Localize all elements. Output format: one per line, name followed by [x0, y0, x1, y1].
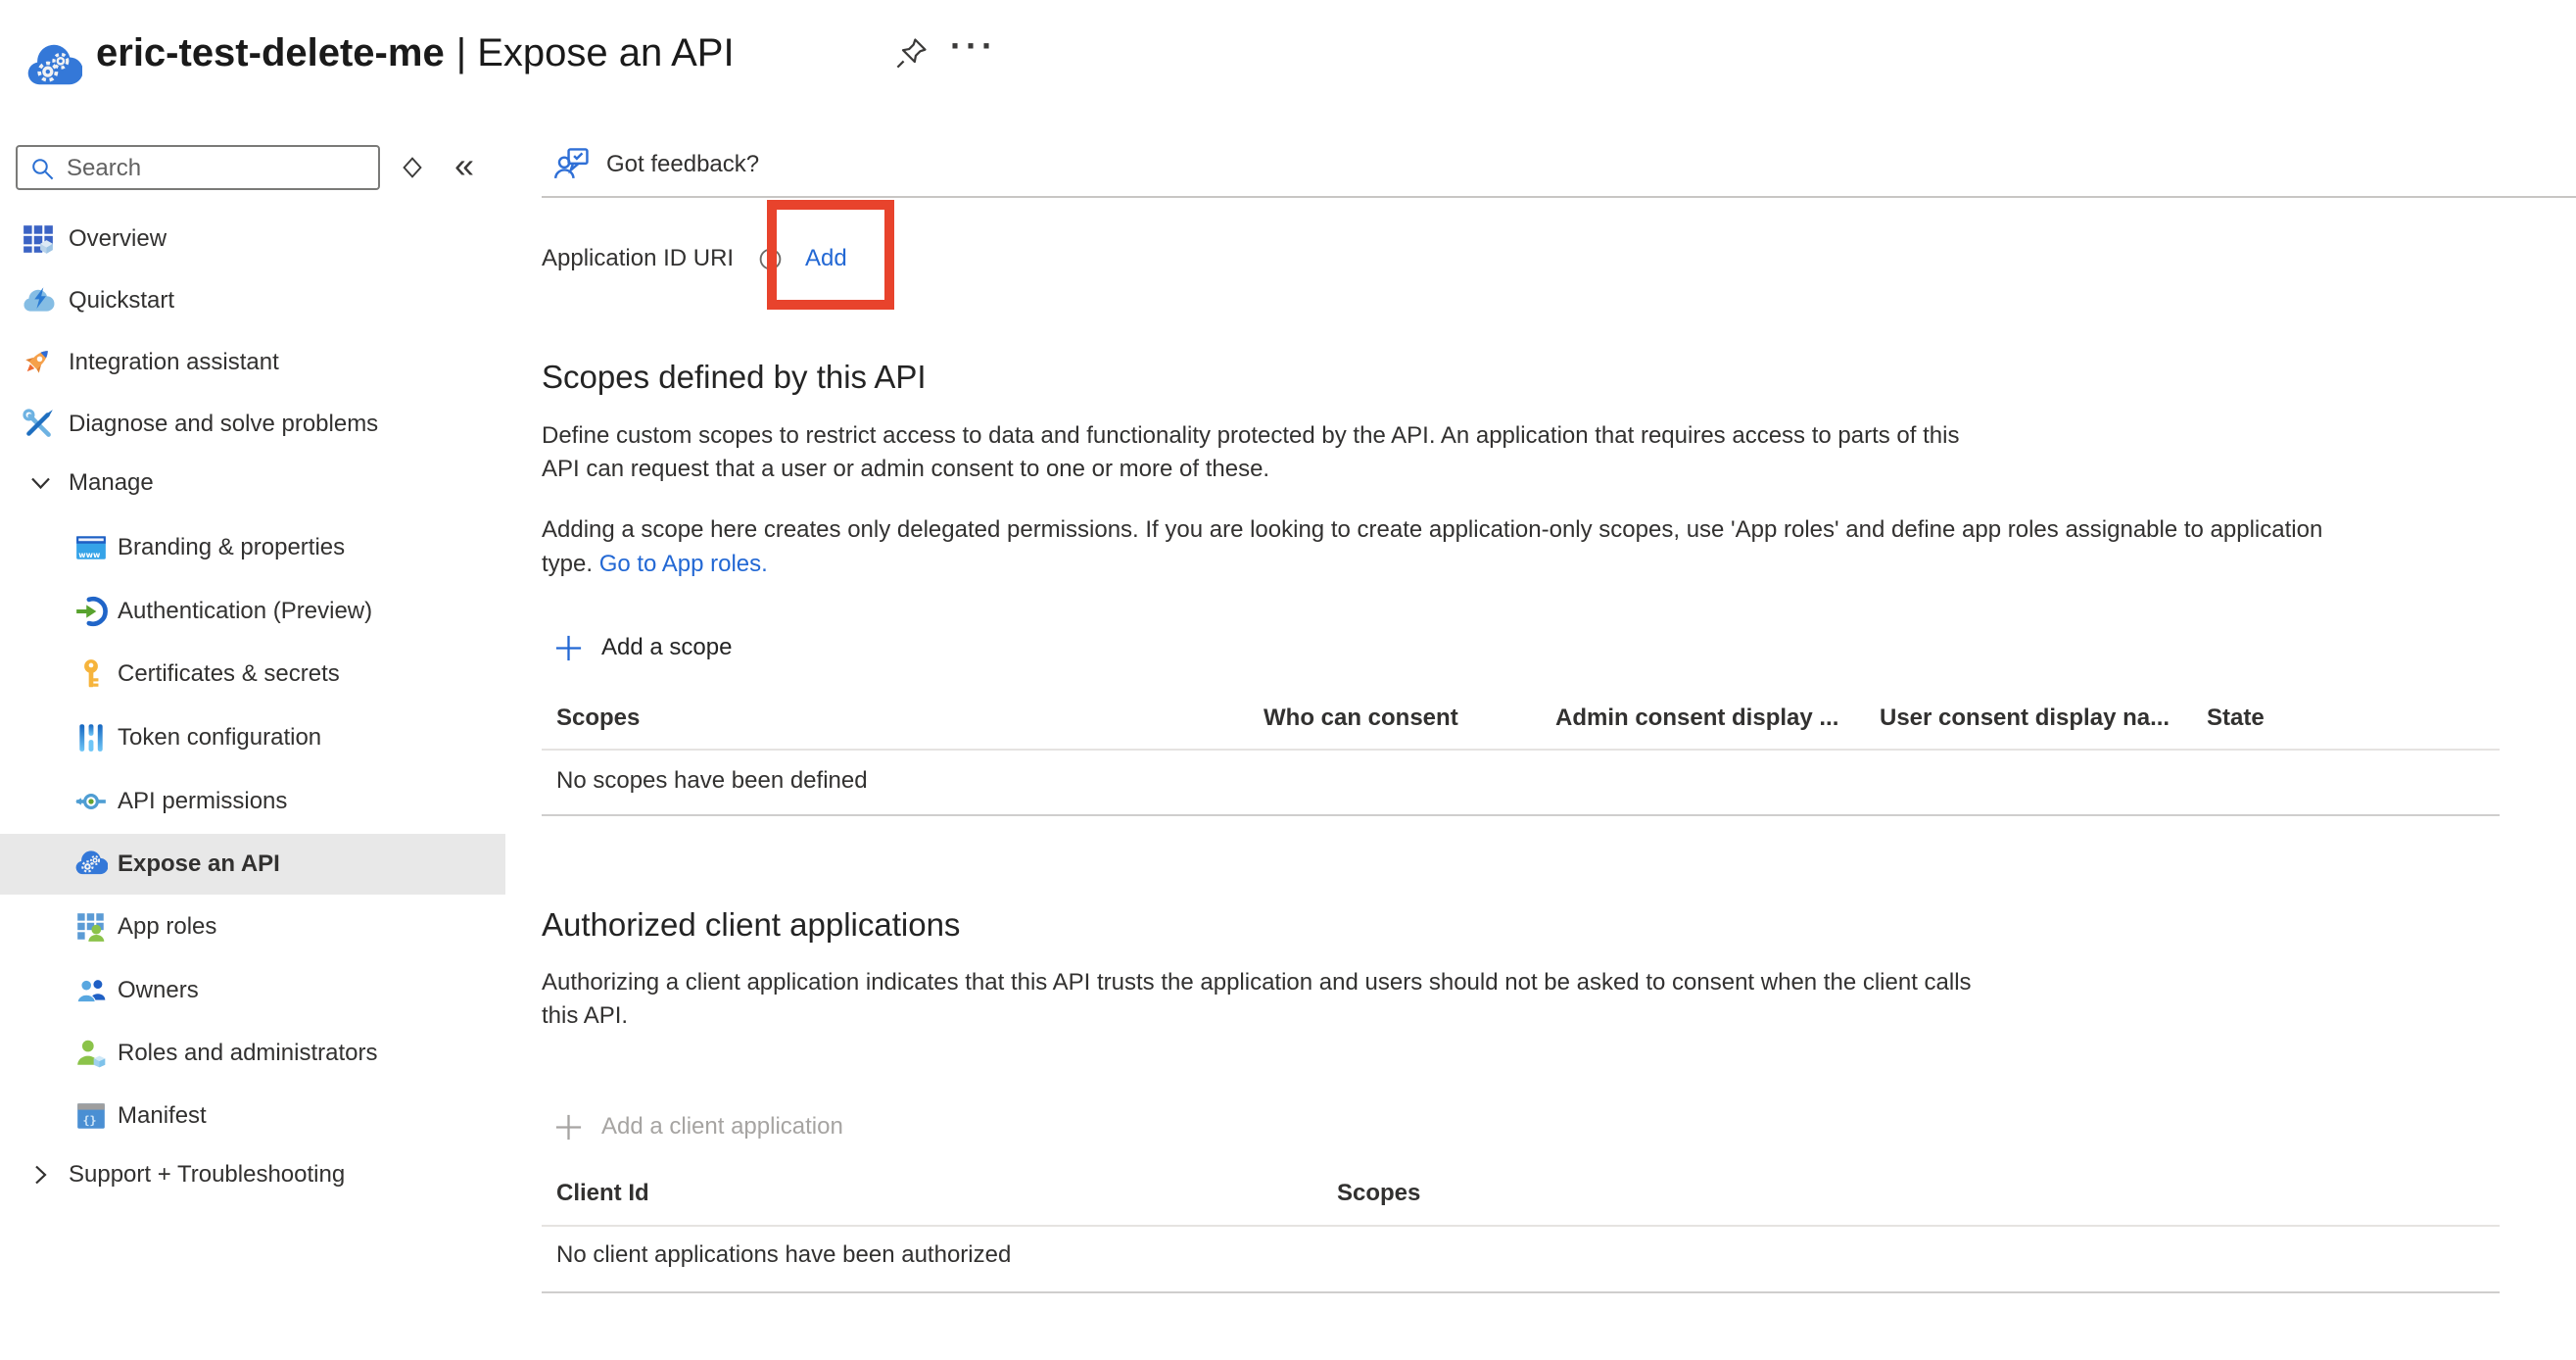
scopes-note-prefix: type.: [542, 551, 593, 577]
overview-grid-icon: [22, 222, 55, 256]
add-a-scope-button[interactable]: Add a scope: [553, 629, 732, 666]
sidebar-item-certificates-secrets[interactable]: Certificates & secrets: [0, 644, 505, 704]
cloud-lightning-icon: [22, 284, 55, 317]
application-id-uri-label: Application ID URI: [542, 245, 734, 272]
scopes-section-title: Scopes defined by this API: [542, 359, 927, 396]
scopes-table-header-divider: [542, 749, 2500, 751]
expose-an-api-page: eric-test-delete-me | Expose an API ··· «…: [0, 0, 2576, 1360]
sidebar-item-integration-assistant[interactable]: Integration assistant: [0, 332, 505, 393]
state-col-header: State: [2207, 704, 2265, 732]
person-feedback-icon: [553, 145, 593, 184]
sidebar-item-branding-properties[interactable]: www Branding & properties: [0, 517, 505, 578]
scopes-description: Define custom scopes to restrict access …: [542, 419, 1959, 486]
person-cube-icon: [74, 1037, 108, 1070]
page-subtitle: | Expose an API: [456, 31, 735, 74]
more-options-button[interactable]: ···: [950, 25, 997, 67]
two-people-icon: [74, 974, 108, 1007]
chevron-down-icon: [27, 470, 54, 497]
rocket-icon: [22, 346, 55, 379]
scopes-col-header: Scopes: [556, 704, 640, 732]
sidebar-item-diagnose[interactable]: Diagnose and solve problems: [0, 394, 505, 455]
collapse-menu-icon[interactable]: «: [454, 145, 474, 186]
command-bar-divider: [542, 196, 2576, 198]
grid-person-icon: [74, 910, 108, 944]
scopes-note-line2: type. Go to App roles.: [542, 551, 768, 578]
scopes-table-bottom-divider: [542, 814, 2500, 816]
sidebar-item-expose-an-api[interactable]: Expose an API: [0, 834, 505, 895]
search-icon: [29, 156, 56, 182]
sidebar-item-api-permissions[interactable]: API permissions: [0, 771, 505, 832]
go-to-app-roles-link[interactable]: Go to App roles.: [599, 551, 768, 577]
sidebar-item-manifest[interactable]: {} Manifest: [0, 1086, 505, 1146]
crossed-tools-icon: [22, 408, 55, 441]
annotation-highlight-box: [767, 200, 894, 310]
app-name: eric-test-delete-me: [96, 31, 445, 74]
cloud-gears-icon: [25, 39, 82, 88]
cloud-gears-icon: [74, 848, 108, 881]
sign-in-arrow-icon: [74, 595, 108, 628]
sliders-icon: [74, 721, 108, 754]
plus-icon: [553, 1112, 584, 1142]
plus-icon: [553, 633, 584, 663]
key-icon: [74, 657, 108, 691]
svg-text:{}: {}: [83, 1114, 97, 1128]
browser-window-icon: www: [74, 531, 108, 564]
search-input[interactable]: [65, 147, 372, 190]
sidebar-group-support-troubleshooting[interactable]: Support + Troubleshooting: [0, 1144, 505, 1205]
clients-table-bottom-divider: [542, 1291, 2500, 1293]
add-a-scope-label: Add a scope: [601, 634, 732, 661]
authorized-clients-description: Authorizing a client application indicat…: [542, 966, 1972, 1033]
clients-table-header-divider: [542, 1225, 2500, 1227]
scopes-empty-message: No scopes have been defined: [556, 767, 868, 795]
user-consent-col-header: User consent display na...: [1880, 704, 2170, 732]
sidebar-item-quickstart[interactable]: Quickstart: [0, 270, 505, 331]
page-title: eric-test-delete-me | Expose an API: [96, 27, 735, 78]
sidebar-group-manage[interactable]: Manage: [0, 453, 505, 513]
client-scopes-col-header: Scopes: [1337, 1180, 1420, 1207]
who-can-consent-col-header: Who can consent: [1264, 704, 1458, 732]
sidebar-item-overview[interactable]: Overview: [0, 209, 505, 269]
sidebar-item-owners[interactable]: Owners: [0, 960, 505, 1021]
sidebar-item-app-roles[interactable]: App roles: [0, 897, 505, 957]
scopes-note-line1: Adding a scope here creates only delegat…: [542, 516, 2322, 544]
got-feedback-label: Got feedback?: [606, 151, 759, 178]
chevron-right-icon: [27, 1162, 54, 1189]
got-feedback-button[interactable]: Got feedback?: [553, 143, 759, 186]
code-window-icon: {}: [74, 1099, 108, 1133]
api-permission-icon: [74, 785, 108, 818]
diamond-icon[interactable]: [398, 153, 427, 182]
sidebar-item-token-configuration[interactable]: Token configuration: [0, 707, 505, 768]
authorized-clients-title: Authorized client applications: [542, 906, 960, 944]
add-client-application-button[interactable]: Add a client application: [553, 1108, 843, 1145]
pushpin-icon[interactable]: [894, 35, 930, 71]
clients-empty-message: No client applications have been authori…: [556, 1241, 1011, 1269]
svg-text:www: www: [78, 551, 101, 559]
admin-consent-col-header: Admin consent display ...: [1555, 704, 1838, 732]
sidebar-item-authentication[interactable]: Authentication (Preview): [0, 581, 505, 642]
client-id-col-header: Client Id: [556, 1180, 649, 1207]
add-client-application-label: Add a client application: [601, 1113, 843, 1141]
sidebar-search: [16, 145, 380, 190]
sidebar-item-roles-administrators[interactable]: Roles and administrators: [0, 1023, 505, 1084]
